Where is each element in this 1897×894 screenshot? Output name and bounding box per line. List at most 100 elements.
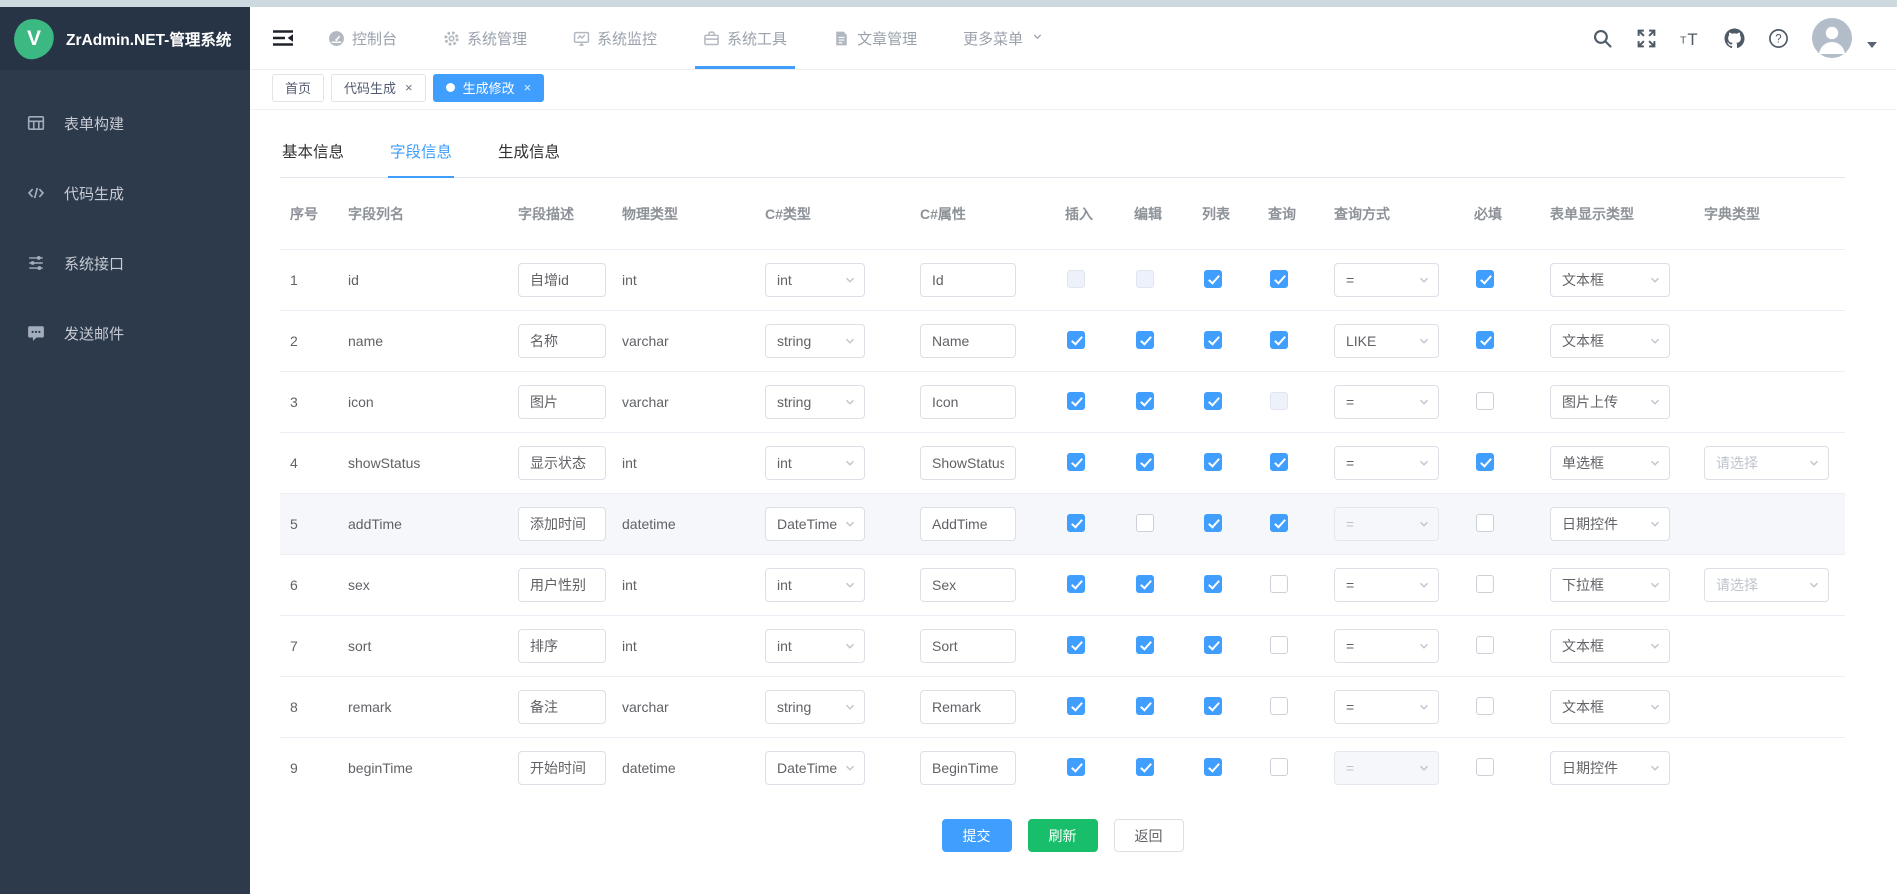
required-checkbox[interactable] <box>1476 758 1494 776</box>
tab-generate-edit[interactable]: 生成修改× <box>433 74 545 102</box>
required-checkbox[interactable] <box>1476 575 1494 593</box>
query-type-select[interactable]: = <box>1334 568 1439 602</box>
field-description-input[interactable] <box>518 690 606 724</box>
field-description-input[interactable] <box>518 263 606 297</box>
font-size-icon[interactable]: TT <box>1680 28 1701 49</box>
query-type-select[interactable]: = <box>1334 507 1439 541</box>
query-checkbox[interactable] <box>1270 514 1288 532</box>
display-type-select[interactable]: 文本框 <box>1550 263 1670 297</box>
query-type-select[interactable]: = <box>1334 690 1439 724</box>
insert-checkbox[interactable] <box>1067 575 1085 593</box>
subtab-field-info[interactable]: 字段信息 <box>388 126 454 177</box>
query-type-select[interactable]: = <box>1334 263 1439 297</box>
sidebar-item-form-build[interactable]: 表单构建 <box>0 88 250 158</box>
insert-checkbox[interactable] <box>1067 758 1085 776</box>
submit-button[interactable]: 提交 <box>942 819 1012 852</box>
display-type-select[interactable]: 文本框 <box>1550 690 1670 724</box>
required-checkbox[interactable] <box>1476 514 1494 532</box>
cs-type-select[interactable]: int <box>765 568 865 602</box>
topnav-item-system-manage[interactable]: 系统管理 <box>443 7 527 69</box>
edit-checkbox[interactable] <box>1136 331 1154 349</box>
query-type-select[interactable]: = <box>1334 385 1439 419</box>
topnav-item-more-menu[interactable]: 更多菜单 <box>963 7 1043 69</box>
cs-type-select[interactable]: int <box>765 446 865 480</box>
github-icon[interactable] <box>1724 28 1745 49</box>
back-button[interactable]: 返回 <box>1114 819 1184 852</box>
query-checkbox[interactable] <box>1270 453 1288 471</box>
display-type-select[interactable]: 日期控件 <box>1550 751 1670 785</box>
dict-type-select[interactable]: 请选择 <box>1704 568 1829 602</box>
logo-row[interactable]: V ZrAdmin.NET-管理系统 <box>0 7 250 70</box>
edit-checkbox[interactable] <box>1136 392 1154 410</box>
required-checkbox[interactable] <box>1476 270 1494 288</box>
required-checkbox[interactable] <box>1476 453 1494 471</box>
dict-type-select[interactable]: 请选择 <box>1704 446 1829 480</box>
list-checkbox[interactable] <box>1204 636 1222 654</box>
edit-checkbox[interactable] <box>1136 514 1154 532</box>
display-type-select[interactable]: 图片上传 <box>1550 385 1670 419</box>
list-checkbox[interactable] <box>1204 270 1222 288</box>
field-description-input[interactable] <box>518 385 606 419</box>
display-type-select[interactable]: 日期控件 <box>1550 507 1670 541</box>
cs-type-select[interactable]: int <box>765 629 865 663</box>
display-type-select[interactable]: 单选框 <box>1550 446 1670 480</box>
insert-checkbox[interactable] <box>1067 453 1085 471</box>
fullscreen-icon[interactable] <box>1636 28 1657 49</box>
sidebar-item-send-mail[interactable]: 发送邮件 <box>0 298 250 368</box>
topnav-item-system-monitor[interactable]: 系统监控 <box>573 7 657 69</box>
refresh-button[interactable]: 刷新 <box>1028 819 1098 852</box>
required-checkbox[interactable] <box>1476 636 1494 654</box>
query-type-select[interactable]: LIKE <box>1334 324 1439 358</box>
topnav-item-console[interactable]: 控制台 <box>328 7 397 69</box>
tab-close-icon[interactable]: × <box>524 81 532 94</box>
subtab-basic-info[interactable]: 基本信息 <box>280 126 346 177</box>
list-checkbox[interactable] <box>1204 575 1222 593</box>
cs-property-input[interactable] <box>920 690 1016 724</box>
cs-type-select[interactable]: int <box>765 263 865 297</box>
tab-code-generation[interactable]: 代码生成× <box>331 74 426 102</box>
list-checkbox[interactable] <box>1204 453 1222 471</box>
query-checkbox[interactable] <box>1270 575 1288 593</box>
display-type-select[interactable]: 下拉框 <box>1550 568 1670 602</box>
query-checkbox[interactable] <box>1270 331 1288 349</box>
cs-property-input[interactable] <box>920 751 1016 785</box>
cs-property-input[interactable] <box>920 629 1016 663</box>
sidebar-collapse-icon[interactable] <box>272 7 294 69</box>
tab-home[interactable]: 首页 <box>272 74 324 102</box>
cs-type-select[interactable]: DateTime <box>765 751 865 785</box>
field-description-input[interactable] <box>518 507 606 541</box>
topnav-item-article-manage[interactable]: 文章管理 <box>833 7 917 69</box>
edit-checkbox[interactable] <box>1136 453 1154 471</box>
list-checkbox[interactable] <box>1204 392 1222 410</box>
field-description-input[interactable] <box>518 446 606 480</box>
display-type-select[interactable]: 文本框 <box>1550 324 1670 358</box>
insert-checkbox[interactable] <box>1067 697 1085 715</box>
query-checkbox[interactable] <box>1270 636 1288 654</box>
insert-checkbox[interactable] <box>1067 392 1085 410</box>
topnav-item-system-tools[interactable]: 系统工具 <box>703 7 787 69</box>
tab-close-icon[interactable]: × <box>405 81 413 94</box>
cs-property-input[interactable] <box>920 507 1016 541</box>
query-type-select[interactable]: = <box>1334 751 1439 785</box>
cs-type-select[interactable]: string <box>765 324 865 358</box>
help-icon[interactable]: ? <box>1768 28 1789 49</box>
query-checkbox[interactable] <box>1270 270 1288 288</box>
list-checkbox[interactable] <box>1204 697 1222 715</box>
subtab-generate-info[interactable]: 生成信息 <box>496 126 562 177</box>
edit-checkbox[interactable] <box>1136 697 1154 715</box>
query-checkbox[interactable] <box>1270 697 1288 715</box>
field-description-input[interactable] <box>518 629 606 663</box>
cs-property-input[interactable] <box>920 446 1016 480</box>
field-description-input[interactable] <box>518 324 606 358</box>
required-checkbox[interactable] <box>1476 392 1494 410</box>
field-description-input[interactable] <box>518 751 606 785</box>
list-checkbox[interactable] <box>1204 758 1222 776</box>
cs-type-select[interactable]: string <box>765 385 865 419</box>
query-type-select[interactable]: = <box>1334 446 1439 480</box>
field-description-input[interactable] <box>518 568 606 602</box>
insert-checkbox[interactable] <box>1067 331 1085 349</box>
edit-checkbox[interactable] <box>1136 758 1154 776</box>
cs-property-input[interactable] <box>920 568 1016 602</box>
list-checkbox[interactable] <box>1204 514 1222 532</box>
cs-type-select[interactable]: DateTime <box>765 507 865 541</box>
